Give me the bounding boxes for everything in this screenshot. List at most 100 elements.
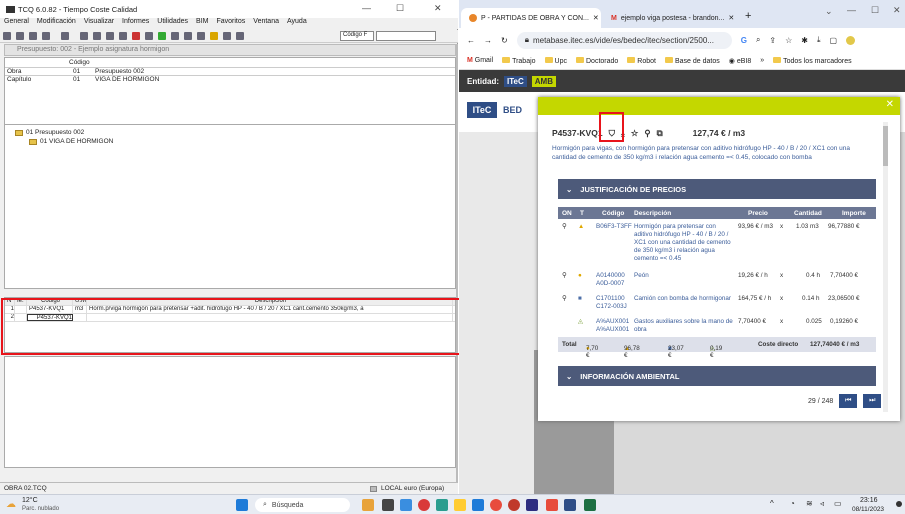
new-icon[interactable]	[3, 32, 11, 40]
modal-scrollbar[interactable]	[883, 122, 888, 412]
menu-bim[interactable]: BIM	[196, 18, 208, 29]
store-icon[interactable]	[436, 499, 448, 511]
help-icon[interactable]	[223, 32, 231, 40]
taskbar-search[interactable]: ⌕ Búsqueda	[255, 498, 350, 512]
url-input[interactable]: 🔒︎ metabase.itec.es/vide/es/bedec/itec/se…	[516, 31, 732, 49]
table-row[interactable]: ⚲ ● A0140000 A0D-0007 Peón 19,26 € / h x…	[558, 272, 876, 290]
next-page-button[interactable]: ⏭	[863, 394, 882, 408]
files-icon[interactable]	[454, 499, 466, 511]
cad-icon[interactable]	[564, 499, 576, 511]
entidad-itec[interactable]: ITeC	[504, 75, 527, 87]
view-icon[interactable]	[171, 32, 179, 40]
new-tab-icon[interactable]: +	[745, 10, 751, 22]
network-icon[interactable]: ◔	[790, 499, 795, 508]
maximize-icon[interactable]: ☐	[396, 3, 404, 14]
tab-close-icon[interactable]: ✕	[728, 14, 734, 22]
weather-icon[interactable]: ☁	[6, 499, 16, 510]
bookmark-gmail[interactable]: M Gmail	[467, 57, 493, 64]
chart-icon[interactable]	[132, 32, 140, 40]
tab-close-icon[interactable]: ✕	[593, 14, 599, 22]
menu-ventana[interactable]: Ventana	[253, 18, 279, 29]
profile-icon[interactable]	[846, 35, 856, 45]
volume-icon[interactable]: ◃	[820, 499, 824, 508]
extensions-icon[interactable]: ✱	[801, 36, 808, 45]
chrome-icon[interactable]	[490, 499, 502, 511]
green-icon[interactable]	[158, 32, 166, 40]
download-icon[interactable]: ⤓	[817, 35, 821, 45]
open-icon[interactable]	[16, 32, 24, 40]
section-justificacion[interactable]: ⌄ JUSTIFICACIÓN DE PRECIOS	[558, 179, 876, 199]
tab-partidas[interactable]: P - PARTIDAS DE OBRA Y CON... ✕	[461, 8, 601, 28]
menu-utilidades[interactable]: Utilidades	[157, 18, 188, 29]
tree-child[interactable]: 01 VIGA DE HORMIGON	[15, 137, 445, 146]
capitulo-code[interactable]: 01	[65, 76, 93, 83]
clock-date[interactable]: 08/11/2023	[852, 506, 884, 513]
columns-icon[interactable]	[184, 32, 192, 40]
opera-icon[interactable]	[418, 499, 430, 511]
share-icon[interactable]: ⇪	[769, 36, 776, 45]
tree-root[interactable]: 01 Presupuesto 002	[15, 128, 445, 137]
obra-code[interactable]: 01	[65, 68, 93, 75]
section-ambiental[interactable]: ⌄ INFORMACIÓN AMBIENTAL	[558, 366, 876, 386]
clock-time[interactable]: 23:16	[860, 497, 878, 504]
location-icon[interactable]: ⚲	[562, 272, 567, 279]
delete-icon[interactable]	[29, 32, 37, 40]
wifi-icon[interactable]: ≋	[806, 499, 813, 508]
excel-icon[interactable]	[584, 499, 596, 511]
row-code[interactable]: A0140000	[596, 272, 625, 279]
menu-visualizar[interactable]: Visualizar	[84, 18, 114, 29]
table-row[interactable]: ◬ A%AUX001 A%AUX001 Gastos auxiliares so…	[558, 318, 876, 336]
prev-page-button[interactable]: ⏮	[839, 394, 858, 408]
bookmark-doctorado[interactable]: Doctorado	[576, 56, 618, 65]
favorite-icon[interactable]	[210, 32, 218, 40]
menu-informes[interactable]: Informes	[122, 18, 149, 29]
table-row[interactable]: ⚲ ▲ B06F3-T3FF Hormigón para pretensar c…	[558, 223, 876, 269]
tab-gmail[interactable]: M ejemplo viga postesa - brandon... ✕	[603, 8, 735, 28]
tcq-taskbar-icon[interactable]	[526, 499, 538, 511]
app-icon[interactable]	[382, 499, 394, 511]
bookmark-trabajo[interactable]: Trabajo	[502, 56, 536, 65]
sum-icon[interactable]	[80, 32, 88, 40]
bookmark-ebi8[interactable]: ◉ eBI8	[729, 57, 751, 65]
star-icon[interactable]: ☆	[631, 128, 639, 139]
row-code2[interactable]: A0D-0007	[596, 280, 624, 287]
tray-chevron-icon[interactable]: ^	[770, 499, 774, 508]
zoom-icon[interactable]: ⌕	[756, 35, 760, 45]
edge-icon[interactable]	[472, 499, 484, 511]
close-icon[interactable]: ✕	[434, 3, 442, 14]
menu-modificacion[interactable]: Modificación	[37, 18, 76, 29]
minimize-icon[interactable]: —	[362, 3, 371, 13]
menu-general[interactable]: General	[4, 18, 29, 29]
location-icon[interactable]: ⚲	[644, 128, 650, 139]
table-icon[interactable]	[93, 32, 101, 40]
minimize-icon[interactable]: —	[847, 5, 856, 15]
info-icon[interactable]	[236, 32, 244, 40]
capitulo-name[interactable]: VIGA DE HORMIGON	[93, 76, 159, 83]
battery-icon[interactable]: ▭	[834, 499, 842, 508]
external-link-icon[interactable]: ⧉	[657, 128, 663, 139]
red-app-icon[interactable]	[546, 499, 558, 511]
edit-icon[interactable]	[61, 32, 69, 40]
save-icon[interactable]	[42, 32, 50, 40]
chevron-down-icon[interactable]: ⌄	[825, 6, 833, 17]
weather-temp[interactable]: 12°C	[22, 497, 38, 504]
menu-favoritos[interactable]: Favoritos	[216, 18, 245, 29]
row-code[interactable]: A%AUX001	[596, 318, 629, 325]
windows-start-icon[interactable]	[236, 499, 248, 511]
row-code2[interactable]: A%AUX001	[596, 326, 629, 333]
reload-icon[interactable]: ↻	[501, 36, 508, 45]
codigo-select[interactable]: Código F	[340, 31, 374, 41]
location-icon[interactable]: ⚲	[562, 223, 567, 230]
google-icon[interactable]: G	[741, 36, 747, 45]
bookmark-robot[interactable]: Robot	[627, 56, 656, 65]
scrollbar[interactable]	[456, 44, 458, 482]
explorer-icon[interactable]	[362, 499, 374, 511]
bookmark-star-icon[interactable]: ☆	[785, 36, 792, 45]
obra-name[interactable]: Presupuesto 002	[93, 68, 144, 75]
location-icon[interactable]: ⚲	[562, 295, 567, 302]
sidepanel-icon[interactable]: ▢	[830, 36, 838, 45]
table-row[interactable]: ⚲ ■ C1701100 C172-003J Camión con bomba …	[558, 295, 876, 313]
filter-icon[interactable]	[197, 32, 205, 40]
row-code[interactable]: B06F3-T3FF	[596, 223, 632, 230]
grid-icon[interactable]	[106, 32, 114, 40]
